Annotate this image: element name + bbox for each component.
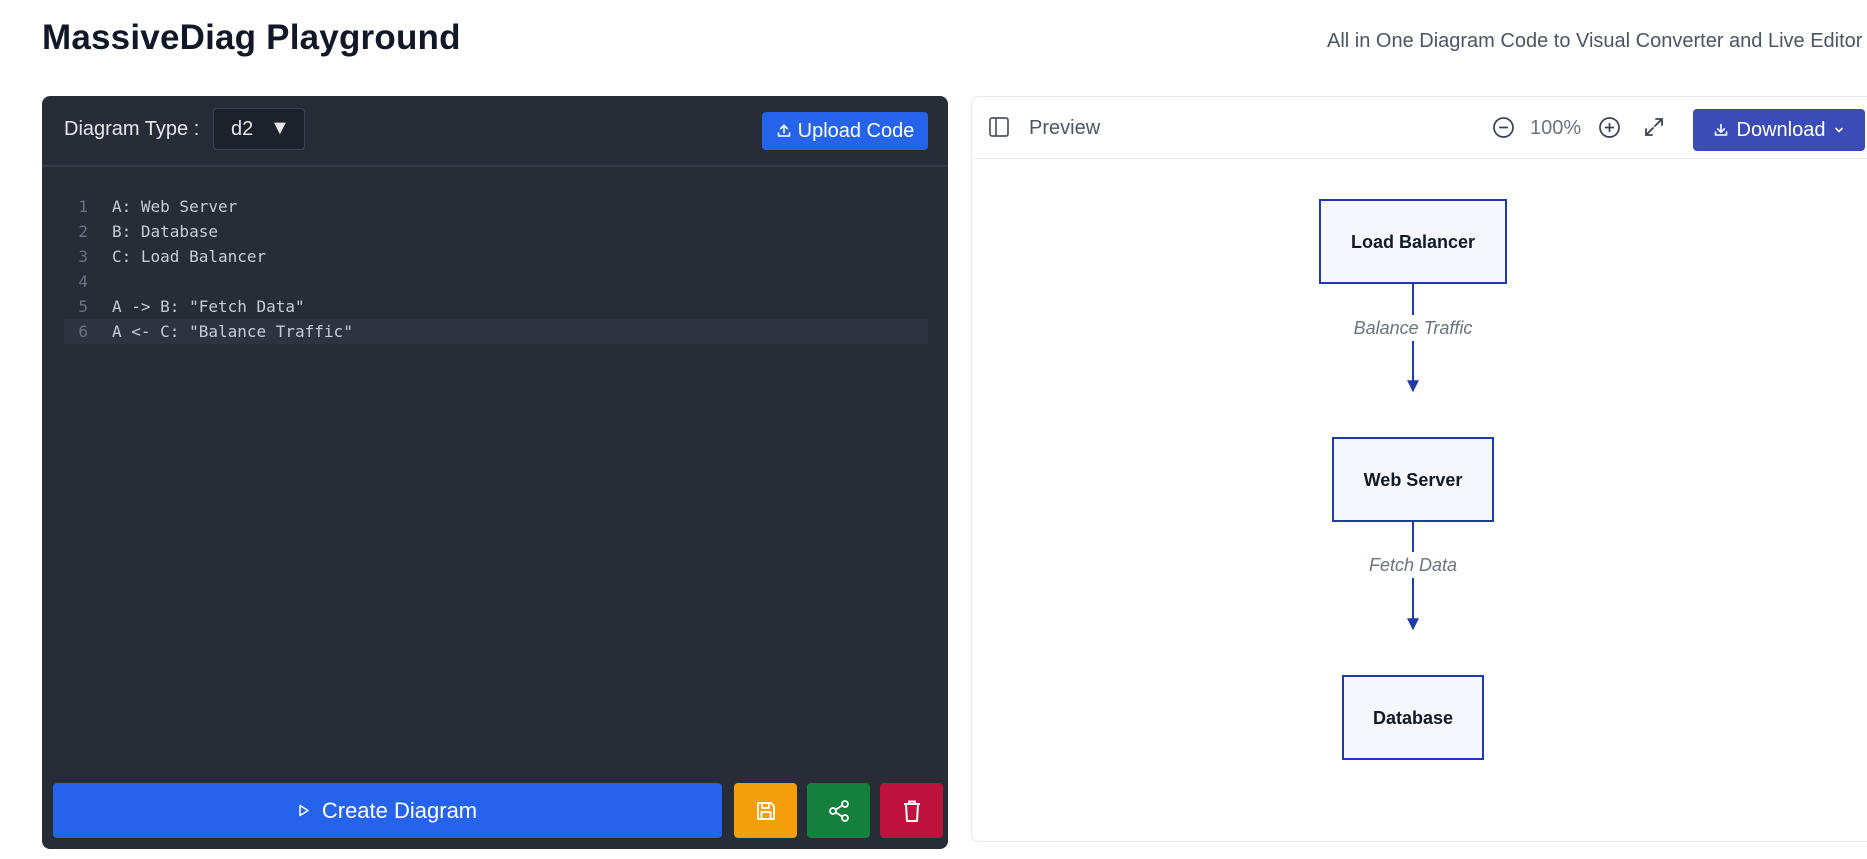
page-title: MassiveDiag Playground bbox=[42, 18, 461, 57]
code-line: 4 bbox=[64, 269, 928, 294]
save-icon bbox=[756, 801, 775, 820]
node-label-database: Database bbox=[1373, 708, 1453, 728]
caret-down-icon: ▼ bbox=[270, 117, 290, 139]
preview-label: Preview bbox=[1029, 117, 1101, 139]
code-text: B: Database bbox=[112, 222, 218, 241]
zoom-level: 100% bbox=[1530, 117, 1582, 139]
preview-toolbar: Preview 100% Download bbox=[972, 97, 1867, 159]
preview-panel: Preview 100% Download Balance Traffic Fe… bbox=[971, 96, 1867, 842]
node-label-web-server: Web Server bbox=[1364, 470, 1463, 490]
code-line: 5 A -> B: "Fetch Data" bbox=[64, 294, 928, 319]
upload-code-button[interactable]: Upload Code bbox=[762, 112, 928, 150]
download-icon bbox=[1714, 123, 1727, 136]
save-button[interactable] bbox=[734, 783, 797, 838]
line-number: 5 bbox=[78, 297, 88, 316]
code-line: 3 C: Load Balancer bbox=[64, 244, 928, 269]
edge-label-balance-traffic: Balance Traffic bbox=[1354, 318, 1473, 338]
diagram-type-label: Diagram Type : bbox=[64, 118, 200, 140]
line-number: 4 bbox=[78, 272, 88, 291]
share-button[interactable] bbox=[807, 783, 870, 838]
create-diagram-button[interactable]: Create Diagram bbox=[53, 783, 722, 838]
chevron-down-icon bbox=[1835, 127, 1844, 133]
editor-panel: Diagram Type : d2 ▼ Upload Code 1 A: Web … bbox=[42, 96, 948, 849]
editor-toolbar: Diagram Type : d2 ▼ Upload Code bbox=[42, 96, 948, 167]
create-diagram-label: Create Diagram bbox=[321, 797, 478, 823]
trash-icon bbox=[903, 800, 920, 822]
code-text: A: Web Server bbox=[112, 197, 238, 216]
code-editor[interactable]: 1 A: Web Server 2 B: Database 3 C: Load Bal… bbox=[64, 194, 928, 344]
editor-actions: Create Diagram bbox=[53, 783, 943, 838]
page-subtitle: All in One Diagram Code to Visual Conver… bbox=[1327, 30, 1863, 52]
line-number: 6 bbox=[78, 322, 88, 341]
code-text: A -> B: "Fetch Data" bbox=[112, 297, 305, 316]
line-number: 2 bbox=[78, 222, 88, 241]
share-icon bbox=[828, 799, 849, 822]
fullscreen-icon[interactable] bbox=[1643, 116, 1665, 138]
sidebar-toggle-icon[interactable] bbox=[988, 116, 1010, 138]
diagram-type-select[interactable]: d2 ▼ bbox=[213, 108, 305, 150]
delete-button[interactable] bbox=[880, 783, 943, 838]
code-line-active: 6 A <- C: "Balance Traffic" bbox=[64, 319, 928, 344]
code-line: 1 A: Web Server bbox=[64, 194, 928, 219]
line-number: 1 bbox=[78, 197, 88, 216]
zoom-out-icon[interactable] bbox=[1492, 116, 1515, 139]
code-line: 2 B: Database bbox=[64, 219, 928, 244]
code-text: A <- C: "Balance Traffic" bbox=[112, 322, 353, 341]
download-button[interactable]: Download bbox=[1693, 109, 1865, 151]
play-icon bbox=[299, 804, 309, 817]
upload-code-label: Upload Code bbox=[797, 119, 915, 142]
zoom-in-icon[interactable] bbox=[1598, 116, 1621, 139]
diagram-canvas[interactable]: Balance Traffic Fetch Data Load Balancer… bbox=[972, 159, 1862, 841]
download-label: Download bbox=[1736, 118, 1826, 141]
edge-label-fetch-data: Fetch Data bbox=[1369, 555, 1457, 575]
code-text: C: Load Balancer bbox=[112, 247, 267, 266]
diagram-type-value: d2 bbox=[231, 118, 254, 140]
node-label-load-balancer: Load Balancer bbox=[1351, 232, 1475, 252]
upload-icon bbox=[777, 124, 790, 137]
line-number: 3 bbox=[78, 247, 88, 266]
